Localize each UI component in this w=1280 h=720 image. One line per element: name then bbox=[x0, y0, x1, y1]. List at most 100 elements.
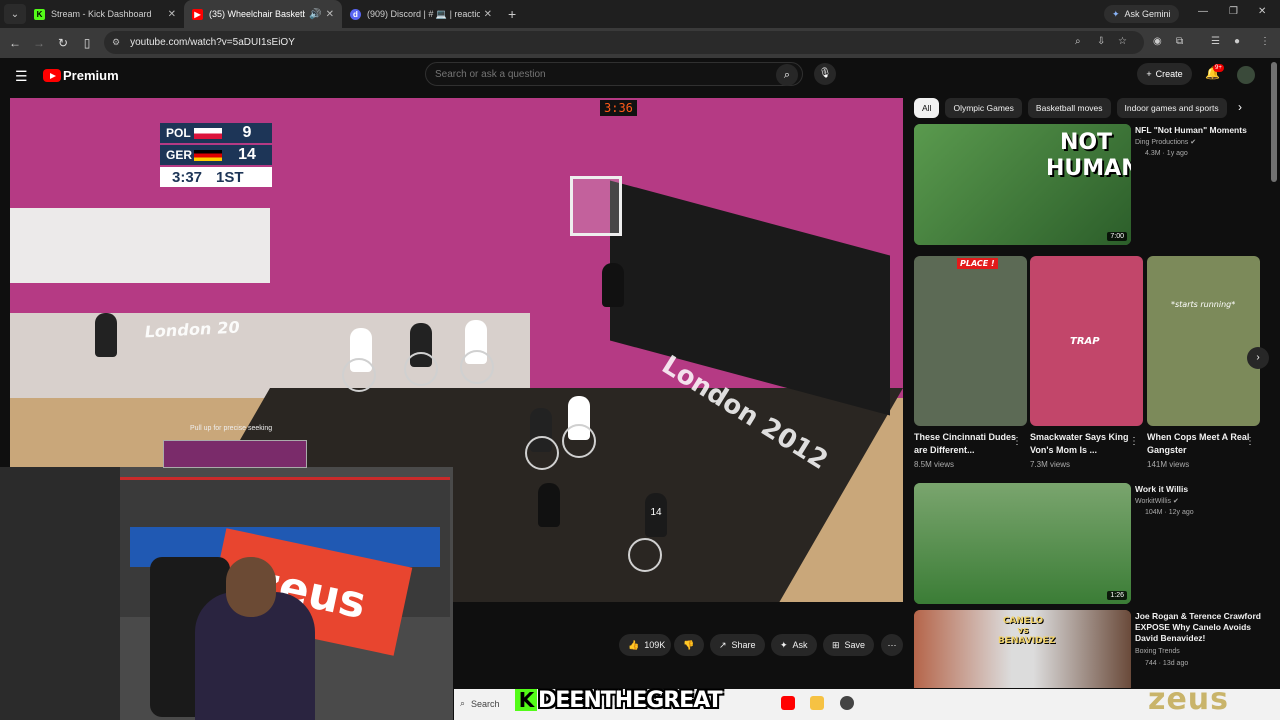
chip-olympic-games[interactable]: Olympic Games bbox=[945, 98, 1022, 118]
seek-hint-text: Pull up for precise seeking bbox=[190, 425, 273, 432]
ask-gemini-button[interactable]: ✦ Ask Gemini bbox=[1104, 5, 1179, 23]
short-thumbnail[interactable]: PLACE ! bbox=[914, 256, 1027, 426]
video-title[interactable]: Joe Rogan & Terence Crawford EXPOSE Why … bbox=[1135, 611, 1265, 644]
chip-basketball-moves[interactable]: Basketball moves bbox=[1027, 98, 1111, 118]
short-title[interactable]: These Cincinnati Dudes are Different... bbox=[914, 431, 1020, 457]
reload-icon[interactable]: ↻ bbox=[51, 36, 75, 50]
chip-indoor-games[interactable]: Indoor games and sports bbox=[1116, 98, 1227, 118]
wheelchair-wheel bbox=[628, 538, 662, 572]
taskbar-search-label: Search bbox=[471, 698, 500, 709]
sidebar-toggle-icon[interactable]: ▯ bbox=[75, 36, 99, 50]
like-button[interactable]: 👍 109K bbox=[619, 634, 671, 656]
video-stats: 4.3M · 1y ago bbox=[1145, 149, 1188, 159]
more-actions-button[interactable]: ⋯ bbox=[881, 634, 903, 656]
court-ad-board bbox=[10, 208, 270, 283]
back-arrow-icon[interactable]: ← bbox=[3, 36, 27, 50]
short-title[interactable]: When Cops Meet A Real Gangster bbox=[1147, 431, 1253, 457]
more-vert-icon[interactable]: ⋮ bbox=[1245, 436, 1255, 447]
more-vert-icon[interactable]: ⋮ bbox=[1129, 436, 1139, 447]
streamer-name: DEENTHEGREAT bbox=[538, 687, 723, 713]
channel-name[interactable]: WorkitWillis ✔ bbox=[1135, 497, 1179, 507]
search-icon[interactable]: ⌕ bbox=[776, 64, 798, 86]
window-close-icon[interactable]: ✕ bbox=[1258, 6, 1266, 17]
short-thumbnail[interactable]: *starts running* bbox=[1147, 256, 1260, 426]
youtube-logo-icon[interactable] bbox=[43, 69, 61, 82]
chevron-right-icon[interactable]: › bbox=[1238, 100, 1242, 114]
youtube-premium-label[interactable]: Premium bbox=[63, 68, 119, 83]
video-title[interactable]: Work it Willis bbox=[1135, 484, 1265, 495]
close-icon[interactable]: ✕ bbox=[326, 9, 334, 20]
video-thumbnail[interactable]: 1:26 bbox=[914, 483, 1131, 604]
address-bar-row: ← → ↻ ▯ ⚙ youtube.com/watch?v=5aDUI1sEiO… bbox=[0, 28, 1280, 58]
wheelchair-wheel bbox=[342, 358, 376, 392]
plus-icon: + bbox=[1146, 69, 1152, 79]
speaker-icon[interactable]: 🔊 bbox=[309, 9, 321, 20]
bookmark-star-icon[interactable]: ☆ bbox=[1118, 36, 1127, 47]
minimize-icon[interactable]: — bbox=[1198, 6, 1208, 17]
page-scrollbar[interactable] bbox=[1271, 62, 1277, 182]
shorts-next-icon[interactable]: › bbox=[1247, 347, 1269, 369]
site-info-icon[interactable]: ⚙ bbox=[112, 37, 120, 48]
jersey-number: 14 bbox=[650, 507, 662, 518]
video-stats: 104M · 12y ago bbox=[1145, 508, 1194, 518]
hamburger-menu-icon[interactable]: ☰ bbox=[15, 68, 28, 85]
share-button[interactable]: ↗ Share bbox=[710, 634, 765, 656]
referee-figure bbox=[95, 313, 117, 357]
close-icon[interactable]: ✕ bbox=[168, 9, 176, 20]
channel-label: Ding Productions bbox=[1135, 139, 1189, 146]
new-tab-button[interactable]: + bbox=[508, 6, 516, 22]
share-arrow-icon: ↗ bbox=[719, 639, 727, 650]
video-title[interactable]: NFL "Not Human" Moments bbox=[1135, 125, 1265, 136]
game-period: 1ST bbox=[216, 168, 244, 186]
avatar[interactable] bbox=[1237, 66, 1255, 84]
url-field[interactable]: ⚙ youtube.com/watch?v=5aDUI1sEiOY bbox=[104, 31, 1144, 54]
microphone-icon[interactable]: 🎙 bbox=[814, 63, 836, 85]
player-figure: 14 bbox=[645, 493, 667, 537]
tab-discord[interactable]: d (909) Discord | # 💻 | reactions ✕ bbox=[342, 0, 500, 28]
thumbs-up-icon: 👍 bbox=[628, 639, 640, 650]
search-icon: ⌕ bbox=[460, 698, 466, 708]
kick-icon: K bbox=[34, 8, 45, 20]
restore-icon[interactable]: ❐ bbox=[1229, 6, 1238, 17]
tab-title: (35) Wheelchair Basketball bbox=[209, 9, 306, 19]
more-vert-icon[interactable]: ⋮ bbox=[1012, 436, 1022, 447]
tab-youtube-video[interactable]: ▶ (35) Wheelchair Basketball 🔊 ✕ bbox=[184, 0, 342, 28]
referee-figure bbox=[538, 483, 560, 527]
streamer-head bbox=[226, 557, 276, 617]
upload-age: 12y ago bbox=[1168, 509, 1194, 516]
dislike-button[interactable]: 👎 bbox=[674, 634, 704, 656]
backboard bbox=[570, 176, 622, 236]
channel-name[interactable]: Boxing Trends bbox=[1135, 647, 1180, 657]
team-2-name: GER bbox=[166, 148, 193, 162]
video-thumbnail[interactable]: NOT HUMAN 7:00 bbox=[914, 124, 1131, 245]
youtube-taskbar-icon[interactable] bbox=[781, 696, 795, 710]
extension-icon[interactable]: ◉ bbox=[1153, 36, 1162, 47]
thumbs-down-icon: 👎 bbox=[683, 639, 695, 650]
create-button[interactable]: + Create bbox=[1137, 63, 1192, 85]
taskbar-search[interactable]: ⌕ Search bbox=[460, 698, 500, 709]
like-count: 109K bbox=[644, 640, 666, 650]
chip-all[interactable]: All bbox=[914, 98, 940, 118]
video-thumbnail[interactable]: CANELO vs BENAVIDEZ bbox=[914, 610, 1131, 688]
tab-search-button[interactable]: ⌄ bbox=[4, 4, 26, 24]
ask-button[interactable]: ✦ Ask bbox=[771, 634, 817, 656]
ask-gemini-label: Ask Gemini bbox=[1124, 9, 1171, 19]
extensions-puzzle-icon[interactable]: ⧉ bbox=[1176, 36, 1183, 47]
short-title[interactable]: Smackwater Says King Von's Mom Is ... bbox=[1030, 431, 1136, 457]
zoom-icon[interactable]: ⌕ bbox=[1075, 36, 1081, 47]
poland-flag-icon bbox=[194, 127, 222, 139]
folder-taskbar-icon[interactable] bbox=[810, 696, 824, 710]
short-thumbnail[interactable]: TRAP bbox=[1030, 256, 1143, 426]
forward-arrow-icon[interactable]: → bbox=[27, 36, 51, 50]
search-input[interactable] bbox=[425, 62, 803, 86]
install-app-icon[interactable]: ⇩ bbox=[1097, 36, 1105, 47]
reading-list-icon[interactable]: ☰ bbox=[1211, 36, 1220, 47]
channel-name[interactable]: Ding Productions ✔ bbox=[1135, 138, 1196, 148]
chrome-taskbar-icon[interactable] bbox=[840, 696, 854, 710]
close-icon[interactable]: ✕ bbox=[484, 9, 492, 20]
more-menu-icon[interactable]: ⋮ bbox=[1260, 36, 1270, 47]
profile-icon[interactable]: ● bbox=[1234, 36, 1240, 47]
tab-kick-dashboard[interactable]: K Stream - Kick Dashboard ✕ bbox=[26, 0, 184, 28]
save-button[interactable]: ⊞ Save bbox=[823, 634, 875, 656]
wheelchair-wheel bbox=[525, 436, 559, 470]
